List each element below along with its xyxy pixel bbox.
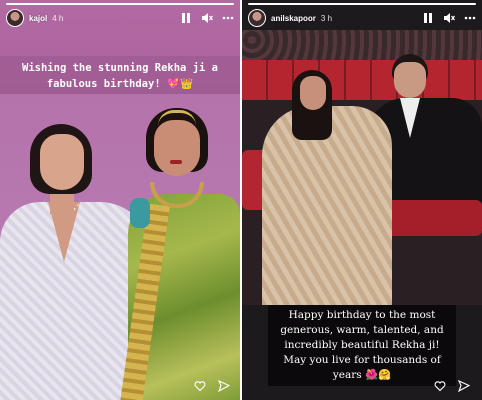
send-icon[interactable] — [217, 379, 231, 397]
send-icon[interactable] — [457, 379, 471, 397]
mute-icon[interactable] — [201, 12, 213, 24]
mute-icon[interactable] — [443, 12, 455, 24]
more-icon[interactable] — [464, 12, 476, 24]
story-caption: Wishing the stunning Rekha ji a fabulous… — [0, 56, 240, 94]
heart-icon[interactable] — [434, 379, 446, 397]
story-caption: Happy birthday to the most generous, war… — [268, 305, 456, 386]
story-anilskapoor[interactable]: anilskapoor 3 h Happy birthday to the mo… — [242, 0, 482, 400]
story-photo — [242, 30, 482, 305]
avatar[interactable] — [248, 9, 266, 27]
timestamp: 3 h — [320, 13, 333, 23]
username[interactable]: anilskapoor — [271, 14, 316, 23]
username[interactable]: kajol — [29, 14, 47, 23]
story-kajol[interactable]: kajol 4 h Wishing the stunning Rekha ji … — [0, 0, 240, 400]
heart-icon[interactable] — [194, 379, 206, 397]
timestamp: 4 h — [52, 13, 64, 23]
avatar[interactable] — [6, 9, 24, 27]
story-header: anilskapoor 3 h — [248, 7, 476, 29]
story-footer — [194, 379, 231, 397]
pause-icon[interactable] — [422, 12, 434, 24]
story-progress-bar — [248, 3, 476, 5]
story-photo — [0, 94, 240, 400]
pause-icon[interactable] — [180, 12, 192, 24]
more-icon[interactable] — [222, 12, 234, 24]
story-progress-bar — [6, 3, 234, 5]
story-header: kajol 4 h — [6, 7, 234, 29]
story-footer — [434, 379, 471, 397]
